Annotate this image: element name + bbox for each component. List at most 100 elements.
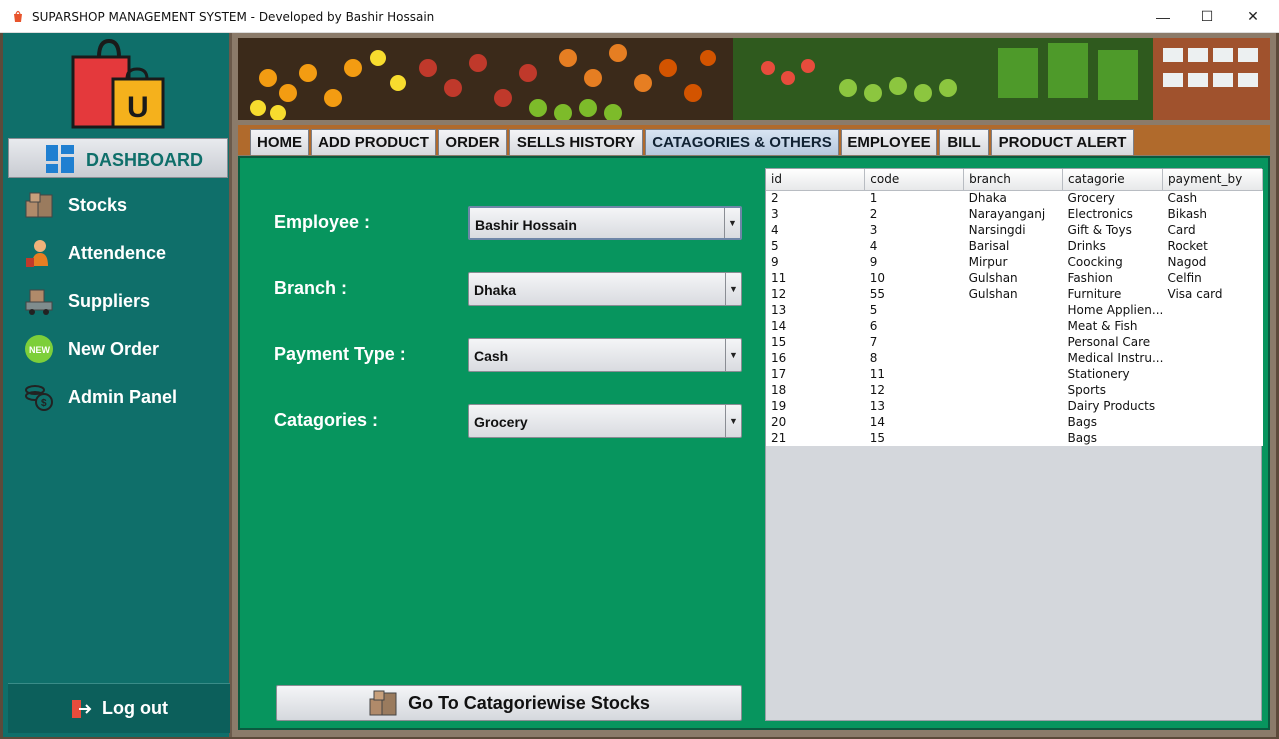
table-cell[interactable]: 9 (766, 254, 865, 270)
table-row[interactable]: 13 5 Home Applien... (766, 302, 1263, 318)
table-cell[interactable]: Gulshan (963, 286, 1063, 302)
table-cell[interactable]: Gulshan (963, 270, 1063, 286)
table-cell[interactable]: 16 (766, 350, 865, 366)
table-cell[interactable]: Home Applien... (1062, 302, 1163, 318)
table-cell[interactable] (963, 398, 1063, 414)
table-row[interactable]: 5 4 Barisal Drinks Rocket (766, 238, 1263, 254)
tab-home[interactable]: HOME (250, 129, 309, 155)
dashboard-button[interactable]: DASHBOARD (8, 138, 228, 178)
table-cell[interactable]: Fashion (1062, 270, 1163, 286)
table-cell[interactable] (1162, 366, 1263, 382)
table-row[interactable]: 12 55 Gulshan Furniture Visa card (766, 286, 1263, 302)
table-cell[interactable]: 4 (864, 238, 964, 254)
table-cell[interactable] (963, 334, 1063, 350)
table-cell[interactable]: Card (1162, 222, 1263, 238)
minimize-button[interactable]: — (1140, 0, 1186, 33)
table-cell[interactable]: Bags (1062, 430, 1163, 446)
table-row[interactable]: 3 2 Narayanganj Electronics Bikash (766, 206, 1263, 222)
table-cell[interactable] (963, 430, 1063, 446)
tab-product-alert[interactable]: PRODUCT ALERT (991, 129, 1134, 155)
sidebar-item-stocks[interactable]: Stocks (23, 185, 223, 225)
table-cell[interactable]: Bags (1062, 414, 1163, 430)
table-row[interactable]: 16 8 Medical Instru... (766, 350, 1263, 366)
table-cell[interactable]: 20 (766, 414, 865, 430)
tab-order[interactable]: ORDER (438, 129, 507, 155)
table-cell[interactable]: Dairy Products (1062, 398, 1163, 414)
table-cell[interactable] (963, 302, 1063, 318)
table-cell[interactable]: Stationery (1062, 366, 1163, 382)
table-row[interactable]: 18 12 Sports (766, 382, 1263, 398)
table-cell[interactable]: Barisal (963, 238, 1063, 254)
table-row[interactable]: 17 11 Stationery (766, 366, 1263, 382)
tab-catagories-others[interactable]: CATAGORIES & OTHERS (645, 129, 839, 155)
table-cell[interactable]: 55 (864, 286, 964, 302)
branch-select[interactable]: Dhaka ▼ (468, 272, 742, 306)
table-cell[interactable] (1162, 414, 1263, 430)
table-cell[interactable] (963, 366, 1063, 382)
payment-type-select[interactable]: Cash ▼ (468, 338, 742, 372)
close-button[interactable]: ✕ (1230, 0, 1276, 33)
column-header-branch[interactable]: branch (963, 169, 1064, 191)
table-cell[interactable]: Meat & Fish (1062, 318, 1163, 334)
table-cell[interactable]: 17 (766, 366, 865, 382)
table-cell[interactable] (1162, 334, 1263, 350)
table-cell[interactable]: Sports (1062, 382, 1163, 398)
table-cell[interactable] (1162, 318, 1263, 334)
table-cell[interactable]: Cash (1162, 190, 1263, 206)
table-cell[interactable]: Visa card (1162, 286, 1263, 302)
employee-select[interactable]: Bashir Hossain ▼ (468, 206, 742, 240)
logout-button[interactable]: Log out (8, 683, 230, 733)
table-cell[interactable]: Celfin (1162, 270, 1263, 286)
goto-catagoriewise-stocks-button[interactable]: Go To Catagoriewise Stocks (276, 685, 742, 721)
table-row[interactable]: 11 10 Gulshan Fashion Celfin (766, 270, 1263, 286)
table-cell[interactable]: Medical Instru... (1062, 350, 1163, 366)
column-header-catagorie[interactable]: catagorie (1062, 169, 1164, 191)
maximize-button[interactable]: ☐ (1184, 0, 1230, 33)
table-row[interactable]: 14 6 Meat & Fish (766, 318, 1263, 334)
table-cell[interactable]: 3 (766, 206, 865, 222)
table-cell[interactable]: 2 (766, 190, 865, 206)
table-cell[interactable]: 6 (864, 318, 964, 334)
table-cell[interactable]: Furniture (1062, 286, 1163, 302)
table-cell[interactable]: 2 (864, 206, 964, 222)
tab-employee[interactable]: EMPLOYEE (841, 129, 937, 155)
table-cell[interactable]: 8 (864, 350, 964, 366)
table-cell[interactable] (1162, 398, 1263, 414)
table-cell[interactable]: Narsingdi (963, 222, 1063, 238)
sidebar-item-admin-panel[interactable]: $ Admin Panel (23, 377, 223, 417)
table-cell[interactable]: Drinks (1062, 238, 1163, 254)
table-cell[interactable]: 18 (766, 382, 865, 398)
table-row[interactable]: 15 7 Personal Care (766, 334, 1263, 350)
sidebar-item-new-order[interactable]: NEW New Order (23, 329, 223, 369)
column-header-id[interactable]: id (766, 169, 866, 191)
table-cell[interactable] (963, 382, 1063, 398)
table-cell[interactable]: 3 (864, 222, 964, 238)
table-cell[interactable]: 15 (864, 430, 964, 446)
table-row[interactable]: 2 1 Dhaka Grocery Cash (766, 190, 1263, 206)
table-cell[interactable]: 10 (864, 270, 964, 286)
column-header-payment-by[interactable]: payment_by (1162, 169, 1263, 191)
table-cell[interactable]: 5 (864, 302, 964, 318)
table-cell[interactable] (1162, 382, 1263, 398)
table-cell[interactable]: 15 (766, 334, 865, 350)
table-cell[interactable]: Bikash (1162, 206, 1263, 222)
table-cell[interactable] (963, 350, 1063, 366)
table-cell[interactable]: 9 (864, 254, 964, 270)
column-header-code[interactable]: code (864, 169, 965, 191)
table-cell[interactable]: Dhaka (963, 190, 1063, 206)
table-cell[interactable] (1162, 430, 1263, 446)
tab-sells-history[interactable]: SELLS HISTORY (509, 129, 643, 155)
table-cell[interactable] (963, 318, 1063, 334)
table-row[interactable]: 21 15 Bags (766, 430, 1263, 446)
table-cell[interactable]: Narayanganj (963, 206, 1063, 222)
table-row[interactable]: 20 14 Bags (766, 414, 1263, 430)
table-cell[interactable]: 19 (766, 398, 865, 414)
table-cell[interactable]: 11 (864, 366, 964, 382)
table-cell[interactable]: Personal Care (1062, 334, 1163, 350)
table-cell[interactable]: 7 (864, 334, 964, 350)
table-cell[interactable]: 12 (766, 286, 865, 302)
catagories-select[interactable]: Grocery ▼ (468, 404, 742, 438)
table-cell[interactable]: 4 (766, 222, 865, 238)
table-cell[interactable]: 11 (766, 270, 865, 286)
table-row[interactable]: 19 13 Dairy Products (766, 398, 1263, 414)
